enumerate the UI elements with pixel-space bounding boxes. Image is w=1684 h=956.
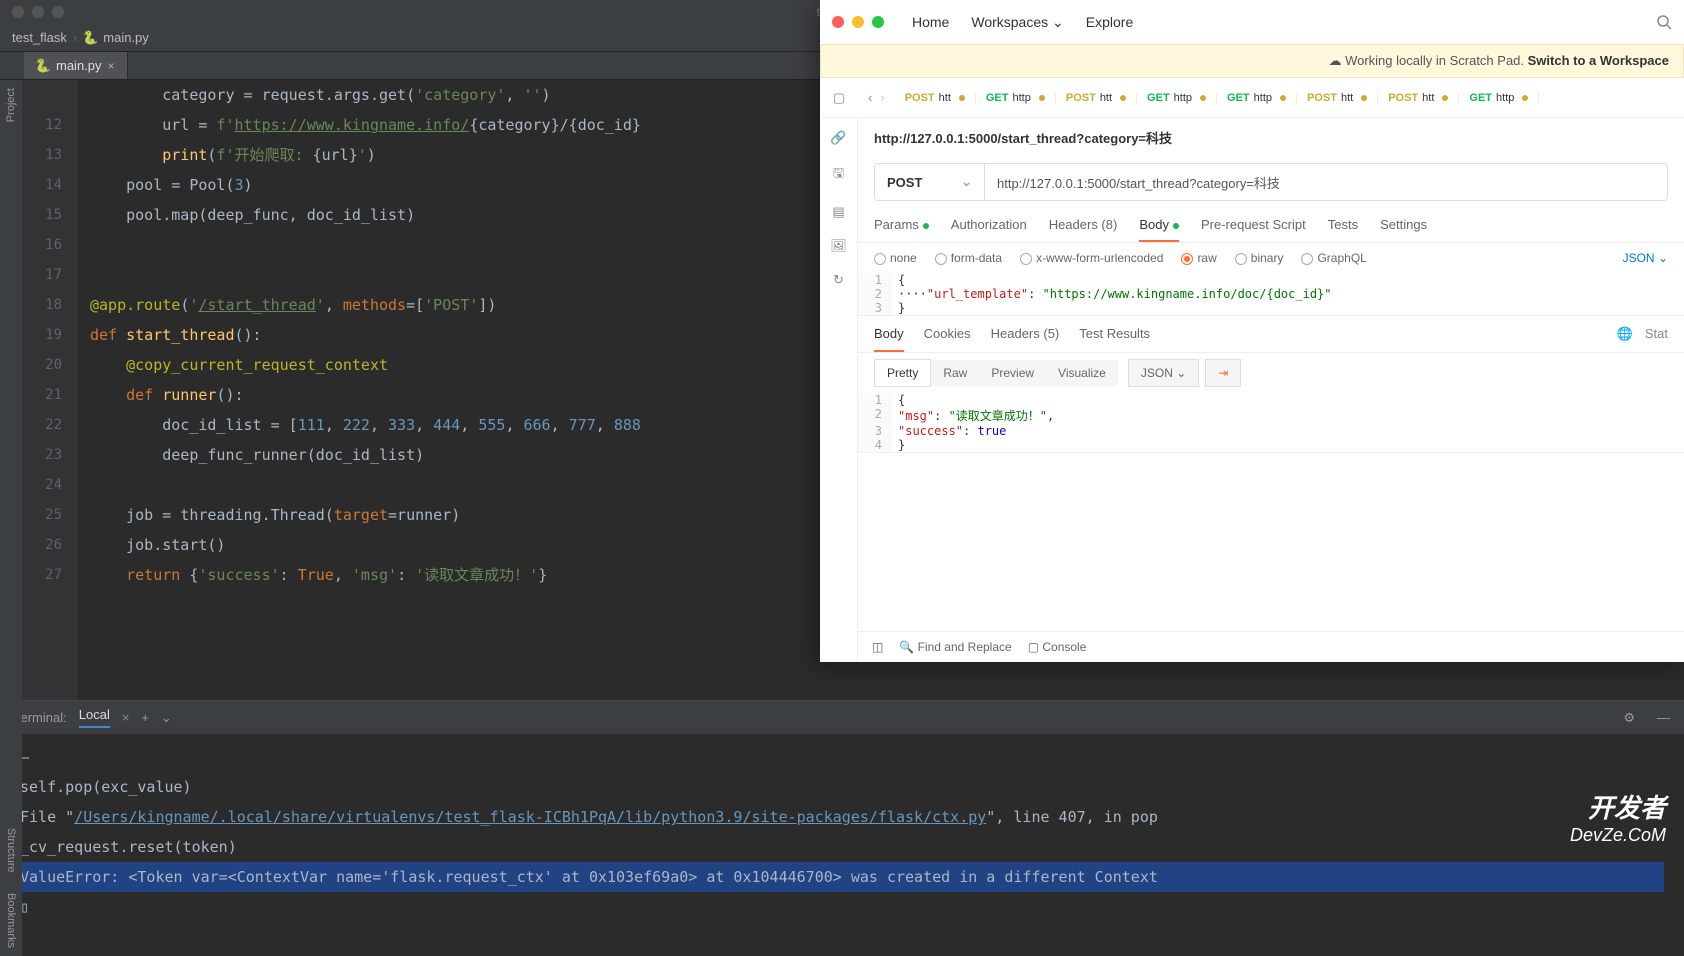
method-select[interactable]: POST ⌄ [875,164,985,200]
sidebar-project[interactable]: Project [5,88,17,122]
scratch-pad-banner: ☁ Working locally in Scratch Pad. Switch… [820,44,1684,78]
close-icon[interactable]: × [122,710,130,725]
gear-icon[interactable]: ⚙ [1623,710,1635,726]
chevron-down-icon[interactable]: ⌄ [161,710,172,726]
tab-filename: main.py [56,58,102,73]
body-graphql[interactable]: GraphQL [1301,251,1366,265]
globe-icon[interactable]: 🌐 [1617,326,1633,342]
resp-status: Stat [1645,326,1668,342]
sidebar-toggle-icon[interactable]: ◫ [872,640,883,654]
postman-nav: Home Workspaces ⌄ Explore [912,14,1133,31]
image-icon[interactable]: 🖼 [830,238,847,254]
find-replace[interactable]: 🔍 Find and Replace [899,640,1011,654]
view-raw[interactable]: Raw [931,360,979,386]
save-icon[interactable]: 🖫 [833,164,844,186]
request-tab[interactable]: POST htt [895,92,976,104]
nav-explore[interactable]: Explore [1086,14,1133,31]
chevron-right-icon: › [73,30,77,45]
request-tab[interactable]: GET http [1137,92,1217,104]
chevron-down-icon: ⌄ [961,174,972,190]
request-tab[interactable]: POST htt [1297,92,1378,104]
tab-tests[interactable]: Tests [1328,217,1358,232]
tab-history-nav: ‹ › [858,90,895,105]
view-visualize[interactable]: Visualize [1046,360,1118,386]
postman-header: Home Workspaces ⌄ Explore [820,0,1684,44]
postman-sidebar: 🔗 🖫 ▤ 🖼 ↻ [820,118,858,662]
chevron-down-icon: ⌄ [1052,14,1064,30]
postman-main: 🔗 🖫 ▤ 🖼 ↻ http://127.0.0.1:5000/start_th… [820,118,1684,662]
tab-body[interactable]: Body [1139,217,1179,242]
minimize-icon[interactable]: — [1657,710,1670,725]
body-urlencoded[interactable]: x-www-form-urlencoded [1020,251,1163,265]
response-body[interactable]: 1{2 "msg": "读取文章成功！",3 "success": true4} [858,393,1684,453]
banner-cta[interactable]: Switch to a Workspace [1528,53,1669,68]
postman-footer: ◫ 🔍 Find and Replace ▢ Console [858,631,1684,662]
request-tab[interactable]: GET http [1459,92,1539,104]
forward-icon[interactable]: › [880,90,884,105]
resp-tab-headers[interactable]: Headers (5) [991,326,1060,342]
add-terminal-button[interactable]: + [141,710,149,725]
url-input[interactable]: http://127.0.0.1:5000/start_thread?categ… [985,164,1667,200]
tab-authorization[interactable]: Authorization [951,217,1027,232]
body-raw[interactable]: raw [1181,251,1216,265]
postman-content: http://127.0.0.1:5000/start_thread?categ… [858,118,1684,662]
request-tab[interactable]: GET http [1217,92,1297,104]
terminal-tabs: Terminal: Local × + ⌄ ⚙ — [0,701,1684,734]
terminal-tab-local[interactable]: Local [79,707,110,728]
tab-prerequest[interactable]: Pre-request Script [1201,217,1306,232]
request-line: POST ⌄ http://127.0.0.1:5000/start_threa… [874,163,1668,201]
chevron-down-icon: ⌄ [1658,251,1668,265]
body-none[interactable]: none [874,251,917,265]
request-tab[interactable]: POST htt [1378,92,1459,104]
watermark: 开发者 DevZe.CoM [1570,788,1666,846]
nav-home[interactable]: Home [912,14,949,31]
tab-settings[interactable]: Settings [1380,217,1427,232]
close-icon[interactable]: × [108,59,115,73]
resp-tab-cookies[interactable]: Cookies [924,326,971,342]
body-binary[interactable]: binary [1235,251,1284,265]
tab-params[interactable]: Params [874,217,929,232]
sidebar-structure[interactable]: Structure [5,828,17,873]
wrap-icon[interactable]: ⇥ [1205,359,1241,387]
editor-tab-main[interactable]: 🐍 main.py × [24,52,128,79]
search-icon[interactable] [1656,14,1672,31]
collections-icon[interactable]: ▤ [832,204,844,220]
response-tabs: Body Cookies Headers (5) Test Results 🌐 … [858,316,1684,353]
response-view-toolbar: Pretty Raw Preview Visualize JSON ⌄ ⇥ [858,353,1684,393]
python-file-icon: 🐍 [83,31,97,45]
terminal-panel: Terminal: Local × + ⌄ ⚙ — — self.pop(exc… [0,700,1684,956]
request-tab[interactable]: GET http [976,92,1056,104]
url-display: http://127.0.0.1:5000/start_thread?categ… [858,118,1684,157]
breadcrumb-project[interactable]: test_flask [12,30,67,45]
console[interactable]: ▢ Console [1028,640,1087,654]
resp-tab-body[interactable]: Body [874,326,904,352]
view-preview[interactable]: Preview [979,360,1046,386]
request-tabs-row: ▢ ‹ › POST httGET httpPOST httGET httpGE… [820,78,1684,118]
terminal-output[interactable]: — self.pop(exc_value) File "/Users/kingn… [0,734,1684,930]
body-type-row: none form-data x-www-form-urlencoded raw… [858,243,1684,273]
body-format-select[interactable]: JSON ⌄ [1623,251,1668,265]
view-pretty[interactable]: Pretty [874,359,931,387]
resp-format-select[interactable]: JSON ⌄ [1128,359,1199,387]
window-controls[interactable] [832,16,884,28]
breadcrumb-file[interactable]: main.py [103,30,149,45]
tab-headers[interactable]: Headers (8) [1049,217,1118,232]
sidebar-bookmarks[interactable]: Bookmarks [5,893,17,948]
postman-window: Home Workspaces ⌄ Explore ☁ Working loca… [820,0,1684,662]
nav-workspaces[interactable]: Workspaces ⌄ [971,14,1063,31]
history-icon[interactable]: ↻ [833,272,844,288]
back-icon[interactable]: ‹ [868,90,872,105]
banner-text: Working locally in Scratch Pad. [1345,53,1524,68]
new-tab-icon[interactable]: ▢ [820,90,858,106]
body-formdata[interactable]: form-data [935,251,1002,265]
link-icon[interactable]: 🔗 [830,130,846,146]
python-file-icon: 🐍 [36,59,50,73]
request-tab[interactable]: POST htt [1056,92,1137,104]
cloud-off-icon: ☁ [1328,53,1341,68]
resp-tab-tests[interactable]: Test Results [1079,326,1150,342]
window-controls[interactable] [0,0,76,26]
request-subtabs: Params Authorization Headers (8) Body Pr… [858,207,1684,243]
request-body-editor[interactable]: 1{2····"url_template": "https://www.king… [858,273,1684,316]
